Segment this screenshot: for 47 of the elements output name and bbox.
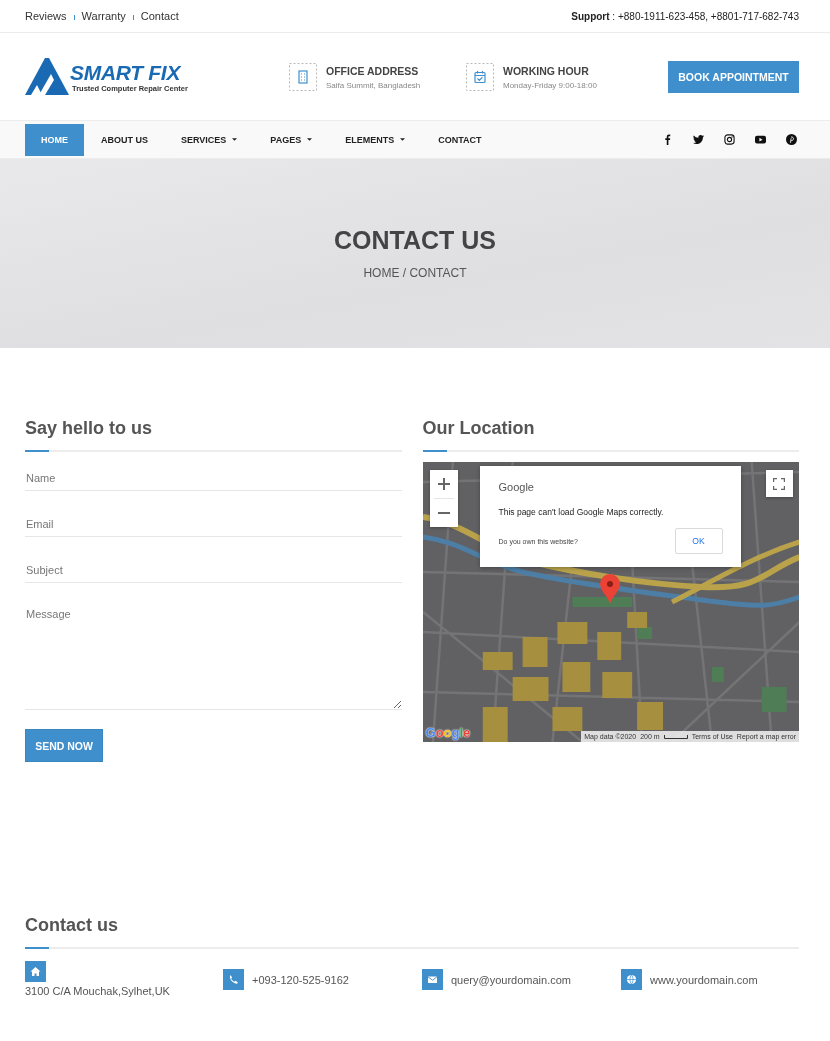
- home-icon: [25, 961, 46, 982]
- logo-icon[interactable]: [25, 58, 69, 95]
- section-title: Our Location: [422, 417, 536, 439]
- contact-text: 3100 C/A Mouchak,Sylhet,UK: [25, 984, 170, 998]
- breadcrumb[interactable]: HOME / CONTACT: [363, 265, 467, 281]
- fullscreen-icon: [773, 477, 785, 490]
- fullscreen-button[interactable]: [765, 470, 793, 497]
- envelope-icon: [422, 969, 443, 990]
- nav-item[interactable]: SERVICES: [165, 123, 254, 156]
- zoom-out-button[interactable]: [429, 499, 458, 527]
- contact-text: +093-120-525-9162: [252, 972, 349, 987]
- calendar-check-icon: [466, 62, 494, 91]
- ok-button[interactable]: OK: [674, 528, 723, 554]
- map-pin-icon: [599, 574, 620, 604]
- section-title: Say hello to us: [25, 417, 154, 439]
- section-title: Contact us: [25, 914, 119, 936]
- info-title: OFFICE ADDRESS: [326, 63, 420, 78]
- nav-item[interactable]: ELEMENTS: [329, 123, 422, 156]
- banner-title: CONTACT US: [334, 225, 496, 255]
- globe-icon: [621, 969, 642, 990]
- info-text: Saifa Summit, Bangladesh: [326, 80, 421, 90]
- minus-icon: [437, 512, 450, 514]
- zoom-in-button[interactable]: [429, 470, 458, 498]
- contact-text: query@yourdomain.com: [451, 972, 571, 987]
- plus-icon: [437, 478, 450, 490]
- dialog-message: This page can't load Google Maps correctly.: [498, 507, 664, 518]
- nav-item[interactable]: CONTACT: [422, 123, 498, 156]
- top-link[interactable]: Warranty: [81, 10, 126, 22]
- instagram-icon[interactable]: [724, 134, 735, 145]
- contact-text: www.yourdomain.com: [650, 972, 758, 987]
- youtube-icon[interactable]: [755, 134, 766, 145]
- facebook-icon[interactable]: [662, 134, 673, 145]
- top-link[interactable]: Reviews: [25, 10, 67, 22]
- twitter-icon[interactable]: [693, 134, 704, 145]
- phone-icon: [223, 969, 244, 990]
- info-text: Monday-Friday 9:00-18:00: [503, 80, 597, 90]
- building-icon: [289, 62, 317, 91]
- nav-item[interactable]: PAGES: [254, 123, 329, 156]
- logo-name: SMART FIX: [70, 62, 182, 84]
- map-logo: Google: [425, 726, 471, 740]
- top-link[interactable]: Contact: [140, 10, 179, 22]
- dialog-brand: Google: [498, 480, 534, 494]
- info-title: WORKING HOUR: [503, 63, 590, 78]
- support-phones: Support : +880-1911-623-458, +8801-717-682-743: [571, 10, 799, 22]
- nav-item[interactable]: ABOUT US: [85, 123, 164, 156]
- pinterest-icon[interactable]: [786, 134, 797, 145]
- scale-bar-icon: [663, 734, 688, 739]
